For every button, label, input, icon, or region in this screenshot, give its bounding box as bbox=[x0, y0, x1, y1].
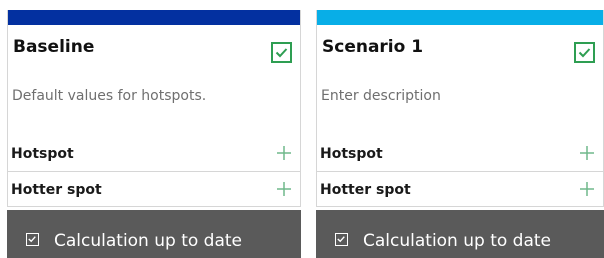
row-label: Hotspot bbox=[320, 146, 383, 162]
hotspot-row[interactable]: Hotspot bbox=[317, 136, 603, 172]
plus-icon[interactable] bbox=[276, 145, 292, 161]
scenario-title: Baseline bbox=[13, 37, 95, 57]
calculation-status-bar: Calculation up to date bbox=[7, 210, 301, 258]
scenario-card: Baseline Default values for hotspots. Ho… bbox=[7, 10, 301, 207]
hotter-spot-row[interactable]: Hotter spot bbox=[317, 172, 603, 208]
plus-icon[interactable] bbox=[276, 181, 292, 197]
calculation-status-text: Calculation up to date bbox=[54, 231, 243, 251]
calculation-status-bar: Calculation up to date bbox=[316, 210, 604, 258]
row-label: Hotspot bbox=[11, 146, 74, 162]
scenario-card: Scenario 1 Enter description Hotspot Hot… bbox=[316, 10, 604, 207]
calculation-status-text: Calculation up to date bbox=[363, 231, 552, 251]
scenario-card-baseline[interactable]: Baseline Default values for hotspots. Ho… bbox=[7, 10, 301, 207]
card-accent-bar bbox=[317, 10, 603, 25]
row-label: Hotter spot bbox=[320, 182, 411, 198]
checkbox-checked-icon bbox=[26, 233, 39, 246]
scenario-description[interactable]: Enter description bbox=[321, 87, 441, 105]
scenario-title: Scenario 1 bbox=[322, 37, 424, 57]
scenario-card-scenario-1[interactable]: Scenario 1 Enter description Hotspot Hot… bbox=[316, 10, 604, 207]
plus-icon[interactable] bbox=[579, 181, 595, 197]
checkbox-checked-icon bbox=[335, 233, 348, 246]
checkbox-checked-icon[interactable] bbox=[271, 42, 292, 63]
hotspot-row[interactable]: Hotspot bbox=[8, 136, 300, 172]
plus-icon[interactable] bbox=[579, 145, 595, 161]
checkbox-checked-icon[interactable] bbox=[574, 42, 595, 63]
hotter-spot-row[interactable]: Hotter spot bbox=[8, 172, 300, 208]
card-accent-bar bbox=[8, 10, 300, 25]
scenario-description[interactable]: Default values for hotspots. bbox=[12, 87, 206, 105]
row-label: Hotter spot bbox=[11, 182, 102, 198]
